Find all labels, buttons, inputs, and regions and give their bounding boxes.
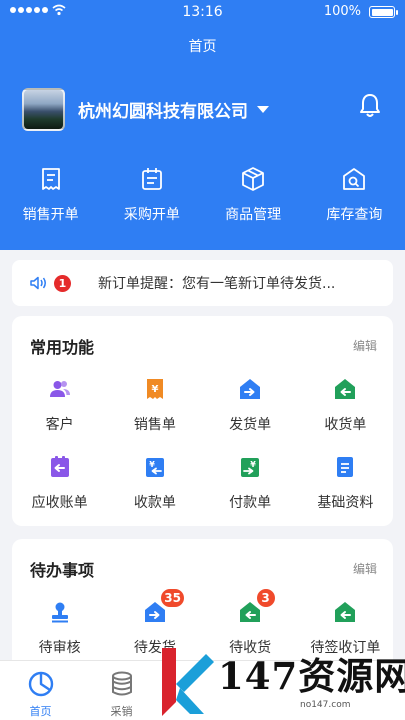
grid-label: 收货单 xyxy=(324,417,367,433)
box-icon xyxy=(242,167,265,191)
common-grid: 客户 ¥ 销售单 发货单 收货单 应收账单 ¥ 收款单 ¥ 付款单 基础资料 xyxy=(12,378,393,534)
document-icon xyxy=(337,457,354,477)
payment-icon: ¥ xyxy=(241,458,260,477)
grid-item-collection[interactable]: ¥ 收款单 xyxy=(107,456,202,534)
notice-bar[interactable]: 1 新订单提醒：您有一笔新订单待发货... xyxy=(12,260,393,306)
quick-actions: 销售开单 采购开单 商品管理 库存查询 xyxy=(0,166,405,224)
quick-product-management[interactable]: 商品管理 xyxy=(203,166,304,224)
notice-count-badge: 1 xyxy=(54,274,71,292)
grid-item-receivable[interactable]: 应收账单 xyxy=(12,456,107,534)
speaker-icon xyxy=(30,276,46,290)
notice-text: 新订单提醒：您有一笔新订单待发货... xyxy=(98,276,336,292)
quick-purchase-order[interactable]: 采购开单 xyxy=(101,166,202,224)
grid-label: 收款单 xyxy=(133,495,176,511)
quick-label: 采购开单 xyxy=(123,207,180,223)
receiving-icon xyxy=(335,602,356,622)
database-icon xyxy=(111,671,132,696)
company-switcher[interactable]: 杭州幻圆科技有限公司 xyxy=(22,87,269,131)
watermark-text: 147资源网 xyxy=(218,654,405,698)
stamp-icon xyxy=(51,602,68,623)
grid-label: 销售单 xyxy=(133,417,176,433)
section-title: 待办事项 xyxy=(30,561,95,580)
home-chart-icon xyxy=(28,671,53,697)
quick-label: 销售开单 xyxy=(22,207,79,223)
count-badge: 35 xyxy=(159,587,186,609)
tab-label: 首页 xyxy=(29,705,52,718)
count-badge: 3 xyxy=(254,587,277,609)
quick-inventory-query[interactable]: 库存查询 xyxy=(304,166,405,224)
page-title: 首页 xyxy=(188,39,217,55)
quick-label: 商品管理 xyxy=(225,207,282,223)
warehouse-search-icon xyxy=(343,168,366,190)
battery-icon xyxy=(369,6,398,18)
svg-text:¥: ¥ xyxy=(250,460,256,469)
grid-label: 付款单 xyxy=(229,495,272,511)
grid-item-payment[interactable]: ¥ 付款单 xyxy=(203,456,298,534)
grid-item-customer[interactable]: 客户 xyxy=(12,378,107,456)
watermark-logo xyxy=(162,648,214,716)
quick-label: 库存查询 xyxy=(326,207,383,223)
customer-icon xyxy=(49,381,70,397)
caret-down-icon xyxy=(257,105,269,113)
collection-icon: ¥ xyxy=(145,458,164,477)
watermark: 147资源网 no147.com xyxy=(150,640,405,720)
grid-item-receiving[interactable]: 收货单 xyxy=(298,378,393,456)
svg-text:¥: ¥ xyxy=(149,460,155,469)
grid-label: 发货单 xyxy=(229,417,272,433)
receivable-icon xyxy=(50,456,69,477)
tab-label: 采销 xyxy=(110,705,133,718)
grid-item-shipping[interactable]: 发货单 xyxy=(203,378,298,456)
grid-label: 基础资料 xyxy=(317,495,374,511)
edit-button[interactable]: 编辑 xyxy=(353,560,377,577)
svg-text:¥: ¥ xyxy=(151,384,158,395)
company-avatar xyxy=(22,87,65,131)
section-title: 常用功能 xyxy=(30,338,95,357)
purchase-order-icon xyxy=(141,168,162,190)
grid-item-basic-data[interactable]: 基础资料 xyxy=(298,456,393,534)
tab-home[interactable]: 首页 xyxy=(0,661,81,720)
receipt-icon xyxy=(41,168,60,190)
company-name: 杭州幻圆科技有限公司 xyxy=(78,101,248,122)
status-bar: 13:16 100% xyxy=(0,0,405,24)
common-functions-card: 常用功能 编辑 客户 ¥ 销售单 发货单 收货单 应收账单 ¥ 收款单 ¥ 付款… xyxy=(12,316,393,526)
receiving-icon xyxy=(335,379,356,399)
shipping-icon xyxy=(240,379,261,399)
quick-sales-order[interactable]: 销售开单 xyxy=(0,166,101,224)
grid-label: 客户 xyxy=(45,417,74,433)
watermark-url: no147.com xyxy=(300,700,351,710)
edit-button[interactable]: 编辑 xyxy=(353,337,377,354)
battery-percent: 100% xyxy=(323,4,361,19)
grid-label: 应收账单 xyxy=(31,495,88,511)
grid-item-sales-order[interactable]: ¥ 销售单 xyxy=(107,378,202,456)
grid-label: 待审核 xyxy=(38,640,81,656)
sales-order-icon: ¥ xyxy=(146,379,163,399)
bell-icon[interactable] xyxy=(358,93,382,119)
